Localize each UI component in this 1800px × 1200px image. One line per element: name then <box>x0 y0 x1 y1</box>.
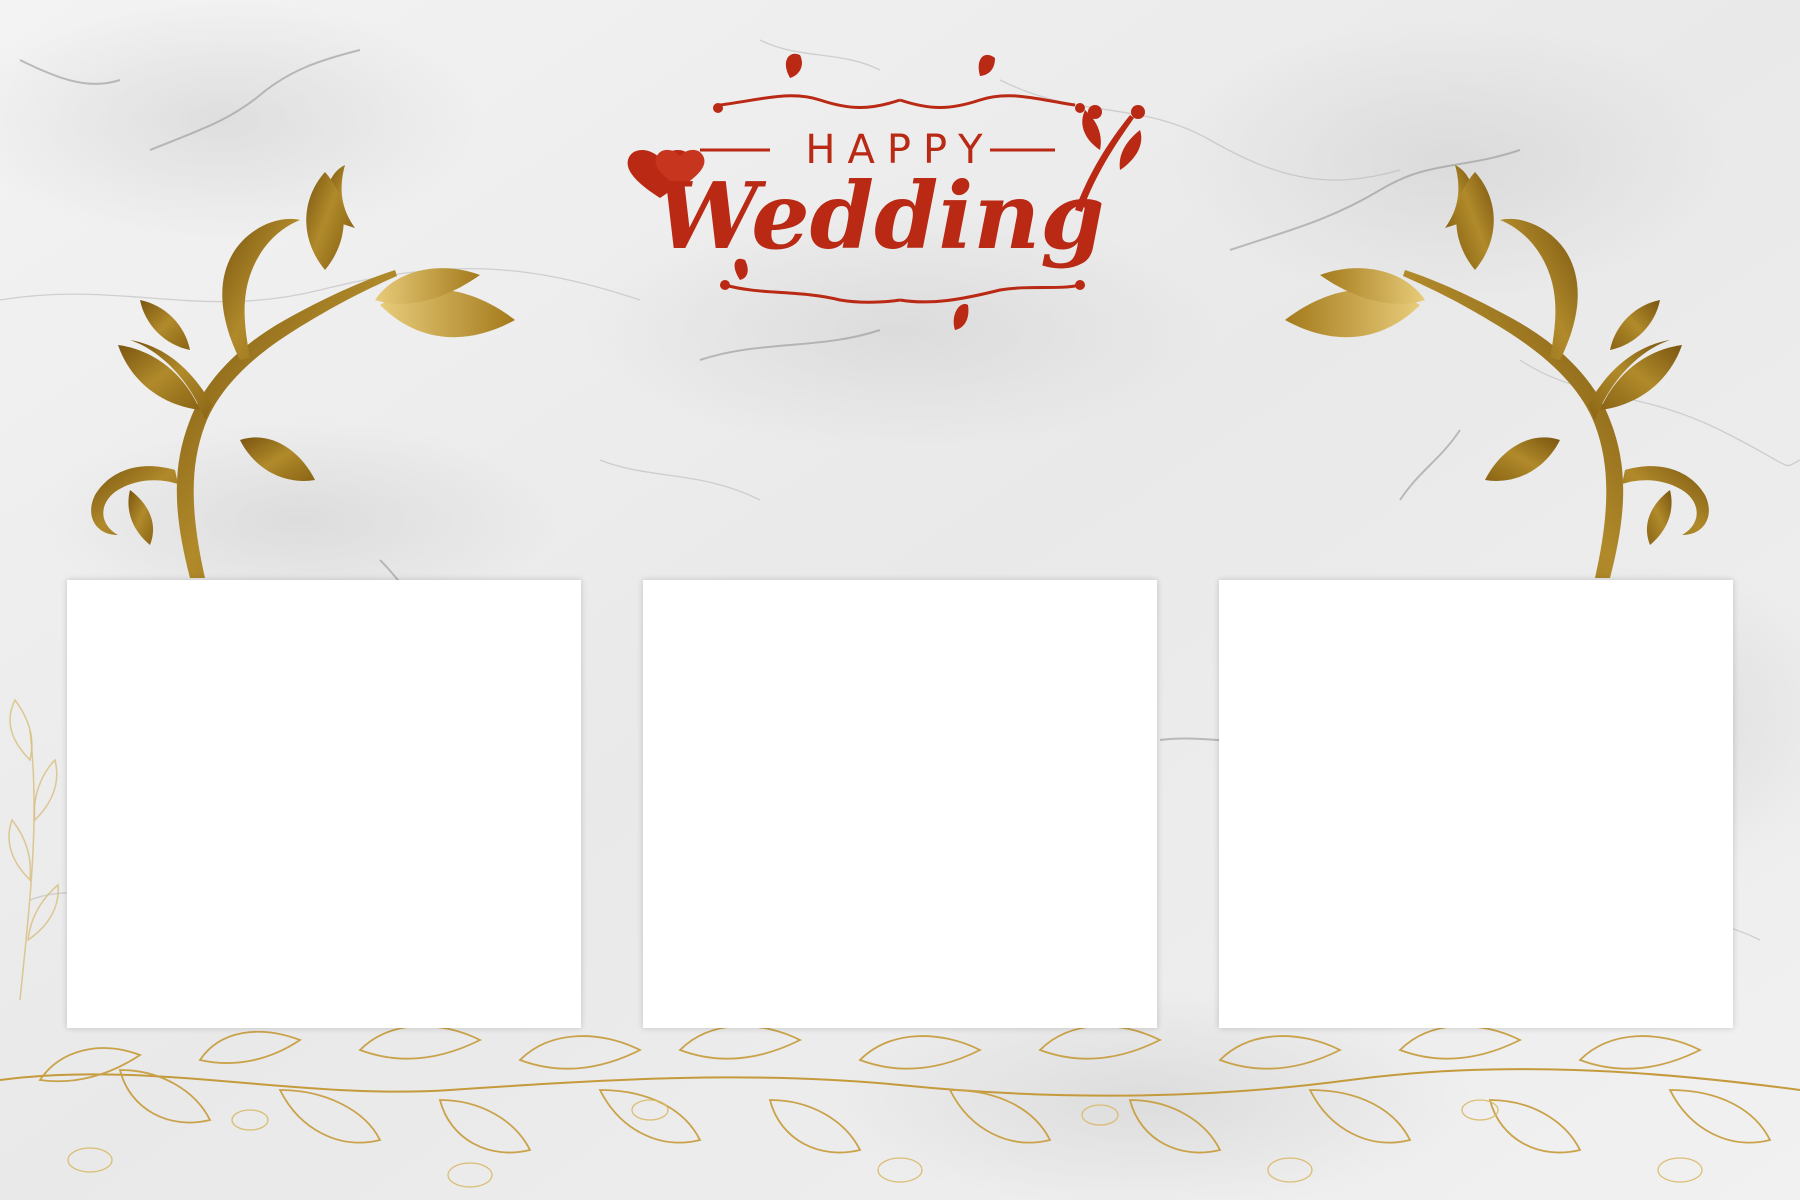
photo-slot-1[interactable] <box>67 580 581 1028</box>
wedding-text: Wedding <box>655 162 1104 270</box>
photo-slot-2[interactable] <box>643 580 1157 1028</box>
photo-slot-3[interactable] <box>1219 580 1733 1028</box>
wedding-photo-frame: HAPPY Wedding <box>0 0 1800 1200</box>
